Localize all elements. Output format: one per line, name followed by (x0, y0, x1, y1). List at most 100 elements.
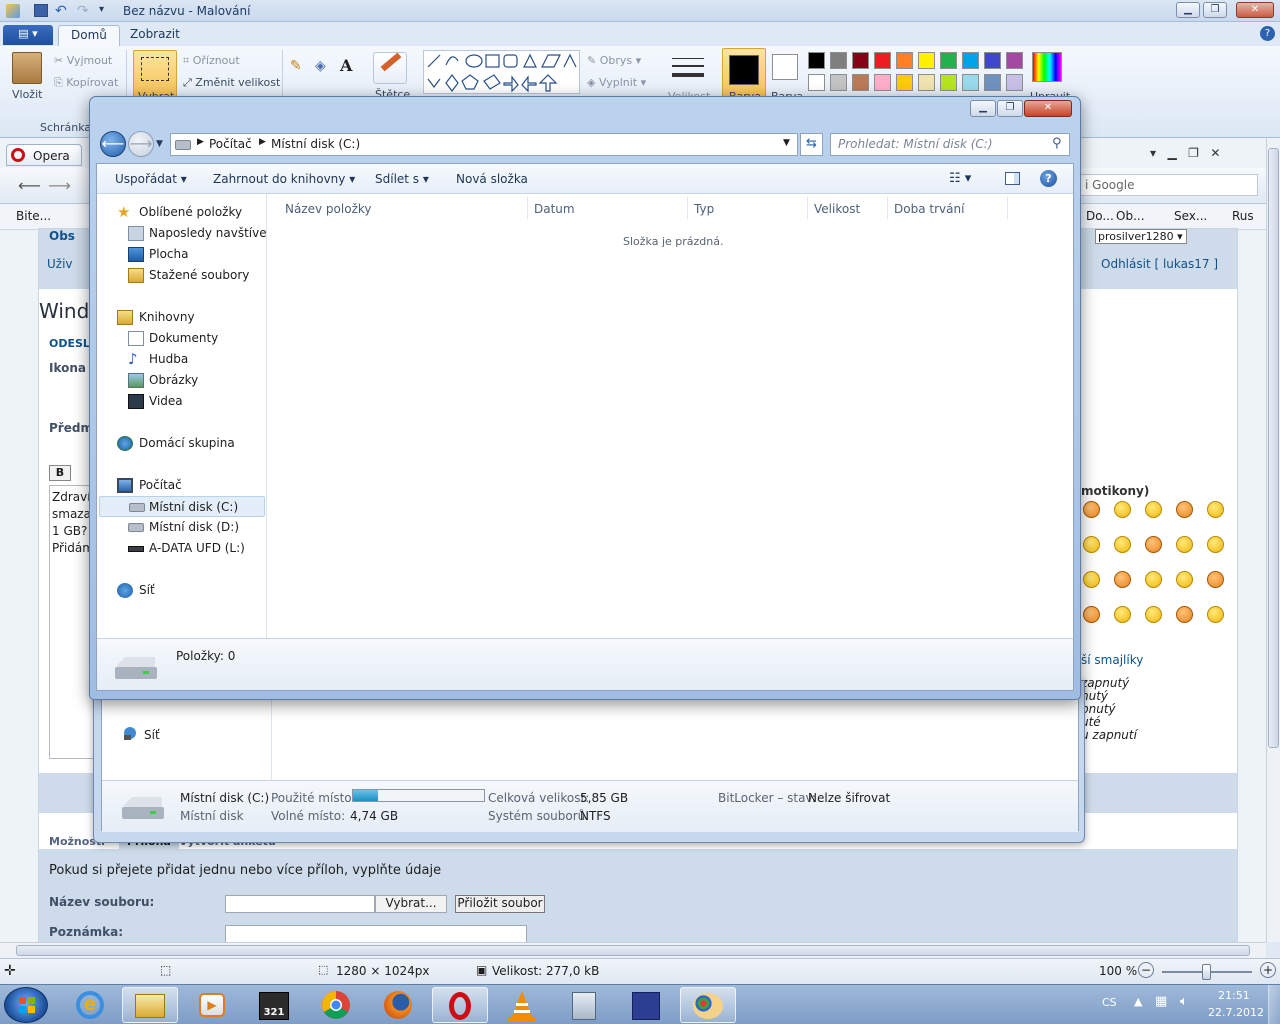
smiley-icon[interactable] (1176, 571, 1193, 588)
column-separator[interactable] (807, 197, 808, 219)
smiley-icon[interactable] (1207, 536, 1224, 553)
taskbar-save-app[interactable] (618, 987, 674, 1023)
palette-color-swatch[interactable] (1006, 74, 1023, 91)
paint-menu-button[interactable]: ▤ ▾ (3, 25, 53, 45)
save-icon[interactable] (34, 4, 48, 17)
horizontal-scrollbar[interactable] (0, 942, 1266, 958)
smiley-icon[interactable] (1083, 571, 1100, 588)
view-options-icon[interactable]: ☷ ▾ (949, 171, 971, 186)
vertical-scrollbar[interactable] (1266, 138, 1280, 942)
taskbar-explorer[interactable] (122, 987, 178, 1023)
smiley-icon[interactable] (1207, 501, 1224, 518)
clock-time[interactable]: 21:51 (1218, 989, 1250, 1002)
forward-arrow-icon[interactable]: ⟶ (48, 176, 71, 195)
palette-color-swatch[interactable] (940, 74, 957, 91)
pencil-icon[interactable]: ✎ (290, 58, 308, 76)
taskbar-media-classic[interactable]: 321 (246, 987, 302, 1023)
column-header-size[interactable]: Velikost (814, 202, 860, 216)
back-arrow-icon[interactable]: ⟵ (18, 176, 41, 195)
palette-color-swatch[interactable] (852, 74, 869, 91)
size-button[interactable] (670, 52, 706, 88)
column-header-duration[interactable]: Doba trvání (894, 202, 964, 216)
attach-file-button[interactable]: Přiložit soubor (455, 895, 545, 913)
nav-libraries[interactable]: Knihovny (97, 307, 266, 328)
address-bar[interactable]: ▶ Počítač ▶ Místní disk (C:) ▼ (170, 133, 798, 156)
forum-obs-link[interactable]: Obs (49, 229, 75, 243)
palette-color-swatch[interactable] (896, 74, 913, 91)
nav-favorites[interactable]: ★ Oblíbené položky (97, 202, 266, 223)
smiley-icon[interactable] (1083, 606, 1100, 623)
smiley-icon[interactable] (1114, 536, 1131, 553)
breadcrumb-computer[interactable]: Počítač (209, 137, 252, 151)
palette-color-swatch[interactable] (830, 74, 847, 91)
bookmark-item[interactable]: Bite... (16, 209, 51, 223)
tab-home[interactable]: Domů (58, 25, 120, 46)
smiley-icon[interactable] (1176, 501, 1193, 518)
note-input[interactable] (225, 925, 527, 943)
undo-icon[interactable]: ↶ (55, 3, 67, 19)
nav-pictures[interactable]: Obrázky (97, 370, 266, 391)
nav-documents[interactable]: Dokumenty (97, 328, 266, 349)
palette-color-swatch[interactable] (918, 52, 935, 69)
nav-drive-d[interactable]: Místní disk (D:) (97, 517, 266, 538)
taskbar-chrome[interactable] (308, 987, 364, 1023)
palette-color-swatch[interactable] (830, 52, 847, 69)
more-smileys-link[interactable]: ší smajlíky (1081, 653, 1143, 667)
palette-color-swatch[interactable] (896, 52, 913, 69)
column-separator[interactable] (887, 197, 888, 219)
palette-color-swatch[interactable] (808, 74, 825, 91)
zoom-slider-thumb[interactable] (1202, 964, 1211, 980)
organize-menu[interactable]: Uspořádat ▾ (115, 172, 187, 186)
palette-color-swatch[interactable] (962, 74, 979, 91)
forum-user-link[interactable]: Uživ (47, 257, 73, 271)
forward-button[interactable]: ⟶ (128, 131, 154, 157)
show-desktop-button[interactable] (1268, 985, 1280, 1024)
paint-app-icon[interactable] (6, 4, 20, 18)
refresh-icon[interactable]: ⇆ (800, 133, 823, 156)
palette-color-swatch[interactable] (984, 52, 1001, 69)
column-separator[interactable] (1007, 197, 1008, 219)
tab-view[interactable]: Zobrazit (118, 25, 192, 46)
brushes-icon[interactable] (373, 52, 407, 84)
network-tray-icon[interactable]: ▦ (1155, 994, 1167, 1009)
taskbar-vlc[interactable] (494, 987, 550, 1023)
edit-colors-icon[interactable] (1032, 52, 1062, 82)
palette-color-swatch[interactable] (984, 74, 1001, 91)
column-separator[interactable] (687, 197, 688, 219)
nav-music[interactable]: ♪ Hudba (97, 349, 266, 370)
nav-videos[interactable]: Videa (97, 391, 266, 412)
help-icon[interactable]: ? (1260, 26, 1275, 41)
crop-button[interactable]: ⌗ Oříznout (183, 54, 240, 68)
nav-recent-places[interactable]: Naposledy navštívené (97, 223, 282, 244)
volume-icon[interactable]: 🔈︎ (1180, 994, 1188, 1009)
nav-desktop[interactable]: Plocha (97, 244, 266, 265)
bookmark-item[interactable]: Sex... (1174, 209, 1207, 223)
browser-search-field[interactable]: i Google (1078, 174, 1258, 196)
show-hidden-icons-button[interactable]: ▲ (1134, 995, 1142, 1008)
column-header-name[interactable]: Název položky (285, 202, 371, 216)
preview-pane-icon[interactable] (1005, 172, 1020, 185)
copy-button[interactable]: ⎘ Kopírovat (54, 76, 118, 90)
share-menu[interactable]: Sdílet s ▾ (375, 172, 429, 186)
redo-icon[interactable]: ↷ (77, 3, 89, 19)
palette-color-swatch[interactable] (874, 52, 891, 69)
style-select[interactable]: prosilver1280 ▾ (1095, 229, 1187, 244)
bookmark-item[interactable]: Do... (1086, 209, 1114, 223)
smiley-icon[interactable] (1145, 536, 1162, 553)
fill-dropdown[interactable]: ◈ Vyplnit ▾ (587, 76, 646, 89)
zoom-out-button[interactable]: − (1138, 962, 1154, 978)
logout-link[interactable]: Odhlásit [ lukas17 ] (1101, 257, 1218, 271)
language-indicator[interactable]: CS (1102, 996, 1117, 1009)
back-nav-network[interactable]: Síť (144, 728, 160, 742)
nav-computer[interactable]: Počítač (97, 475, 266, 496)
fill-icon[interactable]: ◈ (315, 58, 333, 76)
include-library-menu[interactable]: Zahrnout do knihovny ▾ (213, 172, 355, 186)
smiley-icon[interactable] (1207, 606, 1224, 623)
palette-color-swatch[interactable] (918, 74, 935, 91)
search-icon[interactable]: ⚲ (1052, 136, 1062, 151)
paste-button[interactable]: Vložit (12, 88, 42, 101)
nav-downloads[interactable]: Stažené soubory (97, 265, 266, 286)
explorer-maximize-button[interactable]: ❐ (997, 100, 1023, 117)
palette-color-swatch[interactable] (940, 52, 957, 69)
bold-button[interactable]: B (49, 465, 71, 481)
